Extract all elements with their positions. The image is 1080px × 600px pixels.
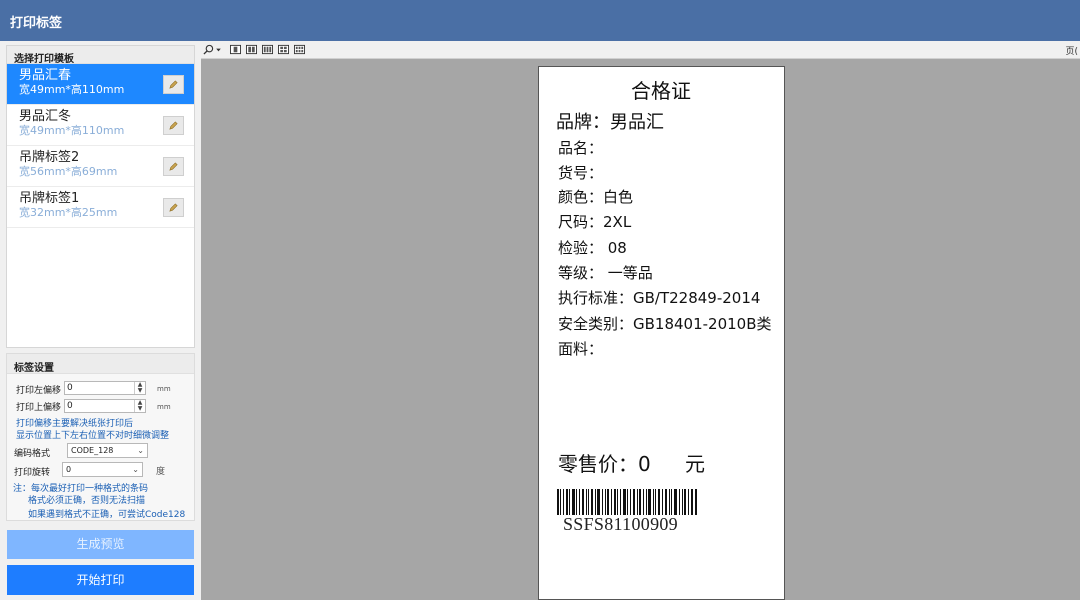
- edit-template-button[interactable]: [163, 75, 184, 94]
- label-color: 颜色：白色: [558, 188, 634, 206]
- barcode: [557, 489, 697, 515]
- label-settings-panel: 标签设置 打印左偏移 0 ▲ ▼ mm 打印上偏移 0 ▲ ▼ mm 打印偏移主要解…: [6, 353, 195, 521]
- top-offset-input[interactable]: 0 ▲ ▼: [64, 399, 146, 413]
- barcode-text: SSFS81100909: [563, 514, 678, 534]
- single-page-icon[interactable]: [230, 44, 241, 55]
- label-title: 合格证: [631, 79, 691, 103]
- top-offset-label: 打印上偏移: [16, 403, 62, 413]
- left-offset-value: 0: [67, 383, 73, 393]
- edit-template-button[interactable]: [163, 198, 184, 217]
- title-bar: 打印标签: [0, 0, 1080, 41]
- top-offset-unit: mm: [157, 403, 171, 411]
- dropdown-arrow-icon[interactable]: [215, 44, 222, 55]
- template-item[interactable]: 吊牌标签2 宽56mm*高69mm: [7, 146, 194, 187]
- label-brand: 品牌：男品汇: [556, 112, 664, 133]
- encoding-value: CODE_128: [71, 446, 114, 455]
- six-page-icon[interactable]: [294, 44, 305, 55]
- label-size: 尺码：2XL: [558, 213, 632, 231]
- note-3: 如果遇到格式不正确，可尝试Code128: [28, 510, 186, 520]
- pencil-icon: [169, 80, 178, 89]
- top-offset-value: 0: [67, 401, 73, 411]
- rotation-unit: 度: [156, 467, 166, 477]
- start-print-button[interactable]: 开始打印: [7, 565, 194, 595]
- rotation-value: 0: [66, 465, 72, 474]
- generate-preview-button[interactable]: 生成预览: [7, 530, 194, 559]
- preview-toolbar: 页(: [201, 41, 1080, 59]
- pencil-icon: [169, 162, 178, 171]
- template-list: 选择打印模板 男品汇春 宽49mm*高110mm 男品汇冬 宽49mm*高110…: [6, 45, 195, 348]
- offset-note-2: 显示位置上下左右位置不对时细微调整: [16, 431, 170, 441]
- page-label: 页(: [1065, 47, 1078, 57]
- rotation-label: 打印旋转: [14, 468, 51, 478]
- encoding-label: 编码格式: [14, 449, 51, 459]
- chevron-down-icon: ⌄: [132, 465, 139, 474]
- label-standard: 执行标准：GB/T22849-2014: [558, 289, 761, 307]
- label-safety: 安全类别：GB18401-2010B类: [558, 315, 772, 333]
- label-price-unit: 元: [685, 452, 705, 476]
- label-fabric: 面料：: [558, 340, 604, 358]
- note-2: 格式必须正确，否则无法扫描: [28, 496, 146, 506]
- left-offset-spinner[interactable]: ▲ ▼: [134, 382, 145, 394]
- two-page-icon[interactable]: [246, 44, 257, 55]
- left-offset-label: 打印左偏移: [16, 386, 62, 396]
- top-offset-spinner[interactable]: ▲ ▼: [134, 400, 145, 412]
- pencil-icon: [169, 121, 178, 130]
- label-grade: 等级： 一等品: [558, 264, 653, 282]
- label-preview-card: 合格证 品牌：男品汇 品名： 货号： 颜色：白色 尺码：2XL 检验： 08 等…: [538, 66, 785, 600]
- window-title: 打印标签: [10, 16, 63, 31]
- edit-template-button[interactable]: [163, 116, 184, 135]
- template-item[interactable]: 吊牌标签1 宽32mm*高25mm: [7, 187, 194, 228]
- template-list-header: 选择打印模板: [7, 46, 194, 65]
- four-page-icon[interactable]: [278, 44, 289, 55]
- left-offset-unit: mm: [157, 385, 171, 393]
- label-price: 零售价：0: [558, 452, 651, 476]
- template-item[interactable]: 男品汇冬 宽49mm*高110mm: [7, 105, 194, 146]
- encoding-select[interactable]: CODE_128 ⌄: [67, 443, 148, 458]
- label-inspection: 检验： 08: [558, 239, 627, 257]
- zoom-icon[interactable]: [203, 44, 214, 55]
- three-page-icon[interactable]: [262, 44, 273, 55]
- settings-header: 标签设置: [7, 354, 194, 374]
- left-panel: 选择打印模板 男品汇春 宽49mm*高110mm 男品汇冬 宽49mm*高110…: [0, 41, 201, 600]
- left-offset-input[interactable]: 0 ▲ ▼: [64, 381, 146, 395]
- template-item[interactable]: 男品汇春 宽49mm*高110mm: [7, 64, 194, 105]
- chevron-down-icon: ⌄: [137, 446, 144, 455]
- rotation-select[interactable]: 0 ⌄: [62, 462, 143, 477]
- label-product-name: 品名：: [558, 139, 604, 157]
- edit-template-button[interactable]: [163, 157, 184, 176]
- label-item-no: 货号：: [558, 164, 604, 182]
- pencil-icon: [169, 203, 178, 212]
